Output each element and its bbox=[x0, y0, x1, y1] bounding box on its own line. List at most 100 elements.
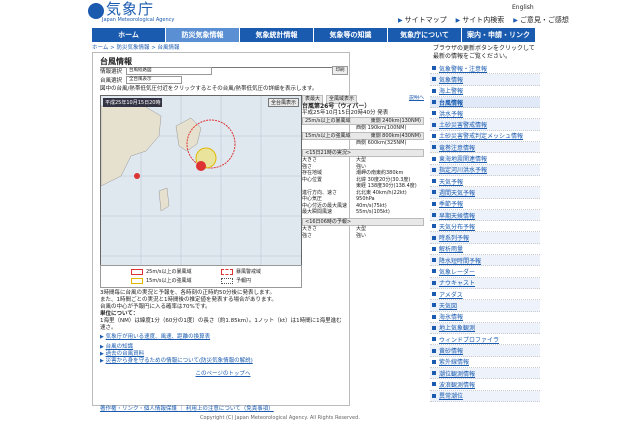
sidebar-item-label: 天気図 bbox=[439, 302, 458, 310]
footer-links[interactable]: 著作権・リンク・個人情報保護 ｜ 利用上の注意について（免責事項） bbox=[100, 404, 274, 412]
sidebar-item[interactable]: 東海地震関連情報 bbox=[430, 153, 540, 165]
bullet-icon: ▶ bbox=[100, 358, 104, 364]
square-bullet-icon bbox=[432, 235, 436, 240]
disaster-info-link[interactable]: 災害から身を守るための情報について(防災気象情報の解説) bbox=[106, 358, 253, 364]
tropical-depression-marker[interactable] bbox=[134, 173, 140, 179]
sidebar-item[interactable]: 天気図 bbox=[430, 300, 540, 312]
sidebar-item[interactable]: 天気予報 bbox=[430, 176, 540, 188]
legend-forecast-circle: 予報円 bbox=[236, 278, 252, 284]
conversion-table-link[interactable]: 気象庁が用いる速度、風速、距離の換算表 bbox=[106, 334, 211, 340]
site-search-link[interactable]: ▶ サイト内検索 bbox=[456, 15, 505, 25]
sidebar-item[interactable]: 波浪観測情報 bbox=[430, 379, 540, 391]
sidebar-item[interactable]: 指定河川洪水予報 bbox=[430, 164, 540, 176]
sidebar-item[interactable]: 気象情報 bbox=[430, 74, 540, 86]
nav-knowledge[interactable]: 気象等の知識 bbox=[314, 28, 388, 42]
sidebar-item[interactable]: 時系列予報 bbox=[430, 232, 540, 244]
sidebar-item[interactable]: ナウキャスト bbox=[430, 277, 540, 289]
all-typhoon-button[interactable]: 全台風表示 bbox=[267, 98, 299, 107]
sidebar-item[interactable]: 潮位観測情報 bbox=[430, 368, 540, 380]
square-bullet-icon bbox=[432, 348, 436, 353]
square-bullet-icon bbox=[432, 382, 436, 387]
legend-storm-area: 25m/s以上の暴風域 bbox=[146, 269, 192, 275]
sidebar-item-label: 時系列予報 bbox=[439, 235, 470, 243]
square-bullet-icon bbox=[432, 201, 436, 206]
typhoon-select[interactable]: 全台風表示 bbox=[126, 76, 183, 84]
typhoon-center-marker[interactable] bbox=[196, 161, 206, 171]
bullet-icon: ▶ bbox=[100, 334, 104, 340]
square-bullet-icon bbox=[432, 393, 436, 398]
sidebar-item[interactable]: 台風情報 bbox=[430, 96, 540, 109]
square-bullet-icon bbox=[432, 314, 436, 319]
site-logo[interactable]: 気象庁 bbox=[106, 0, 154, 18]
square-bullet-icon bbox=[432, 145, 436, 150]
sidebar-item[interactable]: 降水短時間予報 bbox=[430, 255, 540, 267]
nav-links[interactable]: 案内・申請・リンク bbox=[462, 28, 536, 42]
sidebar-item[interactable]: 土砂災害警戒判定メッシュ情報 bbox=[430, 131, 540, 143]
info-select[interactable]: 台風経路図 bbox=[126, 67, 213, 75]
copyright: Copyright (C) Japan Meteorological Agenc… bbox=[200, 415, 360, 421]
sidebar-item-label: 海上警報 bbox=[439, 88, 464, 96]
sidebar-item-label: 気象警報・注意報 bbox=[439, 65, 488, 73]
sidebar-item[interactable]: 異常潮位 bbox=[430, 390, 540, 402]
sidebar-item-label: 潮位観測情報 bbox=[439, 370, 476, 378]
sidebar-item[interactable]: 解析雨量 bbox=[430, 244, 540, 256]
typhoon-knowledge-link[interactable]: 台風の知識 bbox=[106, 344, 134, 350]
sidebar-item[interactable]: 竜巻注意情報 bbox=[430, 142, 540, 154]
sidebar-item-label: アメダス bbox=[439, 291, 463, 299]
sidebar-item-label: 指定河川洪水予報 bbox=[439, 167, 488, 175]
arrow-icon: ▶ bbox=[513, 16, 518, 24]
sidebar-intro: ブラウザの更新ボタンをクリックして最新の情報をご覧ください。 bbox=[433, 45, 535, 60]
past-typhoon-link[interactable]: 過去の台風資料 bbox=[106, 351, 145, 357]
sidebar-item[interactable]: ウィンドプロファイラ bbox=[430, 334, 540, 346]
nav-disaster-info[interactable]: 防災気象情報 bbox=[166, 28, 240, 42]
typhoon-track-map[interactable]: 平成25年10月15日20時 全台風表示 bbox=[100, 95, 302, 267]
sidebar-item[interactable]: 洪水予報 bbox=[430, 108, 540, 120]
arrow-icon: ▶ bbox=[398, 16, 403, 24]
sidebar-item-label: 地上気象観測 bbox=[439, 325, 476, 333]
sidebar-item-label: 降水短時間予報 bbox=[439, 257, 482, 265]
square-bullet-icon bbox=[432, 190, 436, 195]
page-top-link[interactable]: このページのトップへ bbox=[196, 371, 251, 377]
square-bullet-icon bbox=[432, 133, 436, 138]
sidebar-item[interactable]: 黄砂情報 bbox=[430, 345, 540, 357]
square-bullet-icon bbox=[432, 111, 436, 116]
sidebar-item[interactable]: 地上気象観測 bbox=[430, 322, 540, 335]
square-bullet-icon bbox=[432, 224, 436, 229]
feedback-link[interactable]: ▶ ご意見・ご感想 bbox=[513, 15, 569, 25]
block-head: <16日06時の予報> bbox=[302, 217, 424, 226]
english-link[interactable]: English bbox=[512, 4, 534, 12]
help-link[interactable]: 説明へ bbox=[409, 95, 424, 104]
info-select-row: 情報選択 台風経路図 bbox=[100, 67, 213, 75]
wind-row: 25m/s以上の暴風域 東側 240km(130NM) bbox=[302, 116, 424, 125]
sidebar-item[interactable]: 週間天気予報 bbox=[430, 187, 540, 199]
sidebar-item-label: 気象情報 bbox=[439, 76, 464, 84]
site-logo-sub: Japan Meteorological Agency bbox=[102, 17, 175, 23]
sidebar-item[interactable]: 海上警報 bbox=[430, 86, 540, 97]
sidebar: ブラウザの更新ボタンをクリックして最新の情報をご覧ください。 気象警報・注意報気… bbox=[430, 43, 540, 405]
sidebar-item[interactable]: アメダス bbox=[430, 289, 540, 301]
square-bullet-icon bbox=[432, 246, 436, 251]
nav-statistics[interactable]: 気象統計情報 bbox=[240, 28, 314, 42]
square-bullet-icon bbox=[432, 258, 436, 263]
info-row: 最大瞬間風速 55m/s(105kt) bbox=[302, 209, 390, 215]
bullet-icon: ▶ bbox=[100, 351, 104, 357]
sitemap-link[interactable]: ▶ サイトマップ bbox=[398, 15, 447, 25]
sidebar-item[interactable]: 早期天候情報 bbox=[430, 209, 540, 222]
sidebar-item[interactable]: 土砂災害警戒情報 bbox=[430, 119, 540, 131]
sidebar-item[interactable]: 天気分布予報 bbox=[430, 221, 540, 233]
info-row: 強さ 強い bbox=[302, 232, 367, 239]
sidebar-item[interactable]: 紫外線情報 bbox=[430, 357, 540, 369]
nav-home[interactable]: ホーム bbox=[92, 28, 166, 42]
square-bullet-icon bbox=[432, 371, 436, 376]
wind-row: 15m/s以上の強風域 東側 800km(430NM) bbox=[302, 131, 424, 140]
print-button[interactable]: 印刷 bbox=[332, 66, 348, 75]
map-time: 平成25年10月15日20時 bbox=[103, 98, 163, 107]
breadcrumb[interactable]: ホーム > 防災気象情報 > 台風情報 bbox=[92, 43, 180, 51]
sidebar-item[interactable]: 気象警報・注意報 bbox=[430, 63, 540, 75]
sidebar-item[interactable]: 季節予報 bbox=[430, 199, 540, 210]
strong-wind-swatch bbox=[131, 277, 143, 284]
sidebar-item[interactable]: 気象レーダー bbox=[430, 266, 540, 278]
sidebar-item[interactable]: 海氷情報 bbox=[430, 312, 540, 323]
sidebar-item-label: 解析雨量 bbox=[439, 246, 464, 254]
nav-about[interactable]: 気象庁について bbox=[388, 28, 462, 42]
